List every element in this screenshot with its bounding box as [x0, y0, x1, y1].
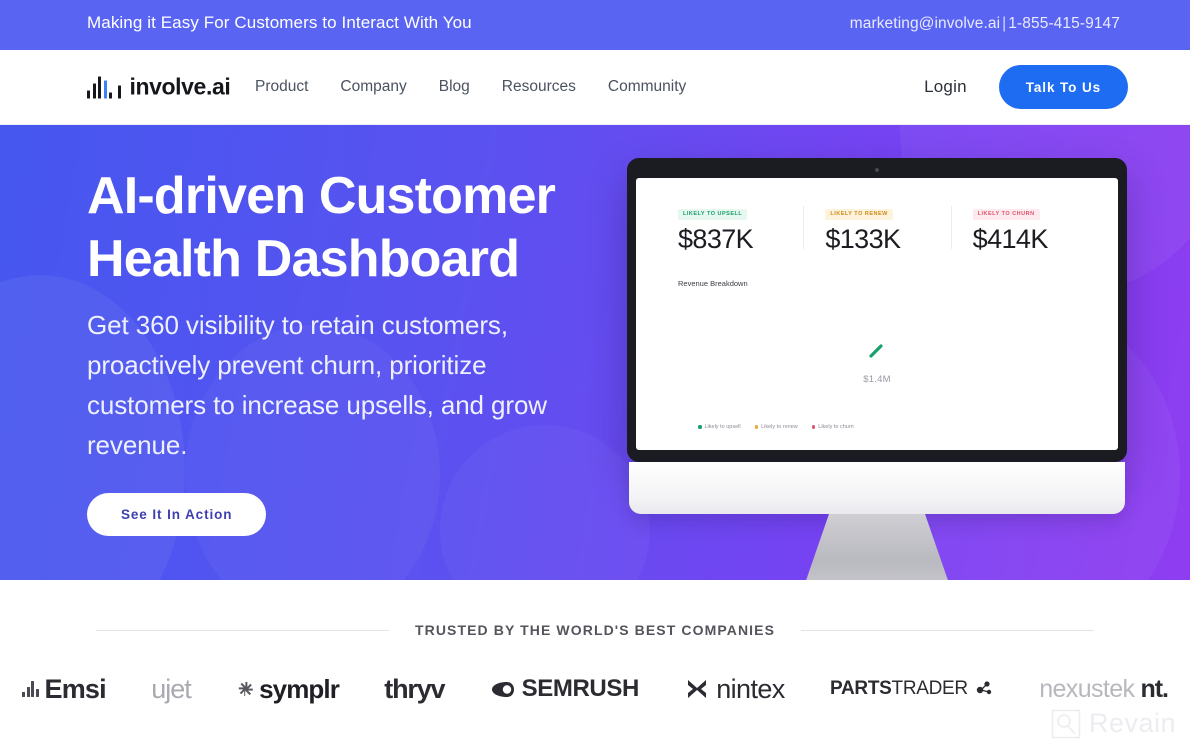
- nav-item-resources[interactable]: Resources: [502, 78, 576, 96]
- client-logo-nintex[interactable]: nintex: [684, 673, 785, 705]
- nav-actions: Login Talk To Us: [924, 65, 1128, 109]
- client-logo-label: thryv: [384, 673, 445, 704]
- legend-label: Likely to renew: [761, 424, 798, 430]
- trusted-title: TRUSTED BY THE WORLD'S BEST COMPANIES: [414, 622, 776, 638]
- legend-item-churn: Likely to churn: [811, 424, 854, 430]
- hero-copy: AI-driven Customer Health Dashboard Get …: [87, 165, 607, 536]
- kpi-tag: LIKELY TO UPSELL: [678, 208, 748, 220]
- hero-title-line-2: Health Dashboard: [87, 230, 520, 288]
- chart-title: Revenue Breakdown: [678, 279, 748, 288]
- client-logo-label: SEMRUSH: [521, 675, 640, 702]
- client-logo-ujet[interactable]: ujet: [151, 673, 192, 705]
- client-logo-partstrader[interactable]: PARTSTRADER: [830, 678, 994, 700]
- brand-name: involve.ai: [129, 73, 231, 100]
- nav-item-company[interactable]: Company: [340, 78, 406, 96]
- client-logo-carousel[interactable]: Emsi ujet symplr thryv SEMRUSH nintex PA…: [0, 658, 1190, 720]
- client-logo-label: nintex: [716, 673, 785, 704]
- legend-label: Likely to churn: [818, 424, 854, 430]
- client-logo-label: ujet: [151, 673, 192, 704]
- kpi-card-renew: LIKELY TO RENEW $133K: [803, 202, 950, 255]
- kpi-value: $133K: [825, 224, 901, 254]
- see-it-in-action-button[interactable]: See It In Action: [87, 493, 267, 536]
- partstrader-bold: PARTS: [830, 678, 892, 699]
- client-logo-nexustek[interactable]: nexustek nt.: [1039, 674, 1169, 704]
- webcam-icon: [875, 168, 879, 172]
- kpi-tag: LIKELY TO RENEW: [825, 208, 893, 220]
- login-link[interactable]: Login: [924, 77, 967, 97]
- talk-to-us-button[interactable]: Talk To Us: [998, 65, 1128, 109]
- hero-title-line-1: AI-driven Customer: [87, 167, 556, 225]
- sunburst-icon: [236, 681, 253, 698]
- kpi-row: LIKELY TO UPSELL $837K LIKELY TO RENEW $…: [636, 178, 1118, 255]
- monitor-frame: LIKELY TO UPSELL $837K LIKELY TO RENEW $…: [627, 158, 1127, 462]
- nav-item-product[interactable]: Product: [255, 78, 308, 96]
- contact-email-link[interactable]: marketing@involve.ai: [850, 15, 1000, 32]
- legend-item-renew: Likely to renew: [754, 424, 798, 430]
- client-logo-semrush[interactable]: SEMRUSH: [490, 675, 639, 703]
- partstrader-dots-icon: [976, 681, 992, 695]
- legend-label: Likely to upsell: [704, 424, 741, 430]
- monitor-stand: [802, 514, 952, 580]
- client-logo-label: nexustek: [1039, 674, 1135, 703]
- kpi-card-churn: LIKELY TO CHURN $414K: [950, 202, 1098, 255]
- hero-title: AI-driven Customer Health Dashboard: [87, 165, 607, 291]
- legend-dot-icon: [698, 425, 702, 429]
- trusted-by-section: TRUSTED BY THE WORLD'S BEST COMPANIES Em…: [0, 580, 1190, 743]
- hero-subtitle: Get 360 visibility to retain customers, …: [87, 310, 547, 460]
- contact-phone-link[interactable]: 1-855-415-9147: [1008, 15, 1120, 32]
- dashboard-screen: LIKELY TO UPSELL $837K LIKELY TO RENEW $…: [636, 178, 1118, 450]
- trusted-heading-row: TRUSTED BY THE WORLD'S BEST COMPANIES: [0, 622, 1190, 638]
- client-logo-thryv[interactable]: thryv: [384, 673, 445, 705]
- divider-right: [801, 629, 1095, 631]
- legend-item-upsell: Likely to upsell: [698, 424, 741, 430]
- partstrader-light: TRADER: [891, 678, 969, 699]
- nav-item-community[interactable]: Community: [608, 78, 686, 96]
- client-logo-emsi[interactable]: Emsi: [22, 673, 107, 705]
- involve-waveform-icon: [87, 76, 121, 98]
- donut-center-label: $1.4M: [863, 374, 891, 385]
- kpi-card-upsell: LIKELY TO UPSELL $837K: [656, 202, 803, 255]
- emsi-bars-icon: [22, 681, 39, 697]
- divider-left: [95, 629, 389, 631]
- primary-nav: Product Company Blog Resources Community: [255, 78, 686, 96]
- hero-section: AI-driven Customer Health Dashboard Get …: [0, 125, 1190, 580]
- brand-logo-link[interactable]: involve.ai: [87, 73, 231, 101]
- kpi-value: $837K: [678, 224, 754, 254]
- landing-page: Making it Easy For Customers to Interact…: [0, 0, 1190, 743]
- nav-item-blog[interactable]: Blog: [439, 78, 470, 96]
- kpi-tag: LIKELY TO CHURN: [972, 208, 1040, 220]
- legend-dot-icon: [754, 425, 759, 429]
- revenue-donut-chart: $1.4M Likely to upsell Likely to renew L…: [636, 288, 1118, 438]
- main-navbar: involve.ai Product Company Blog Resource…: [0, 50, 1190, 125]
- announcement-bar: Making it Easy For Customers to Interact…: [0, 0, 1190, 50]
- monitor-chin: [629, 462, 1125, 514]
- client-logo-label: symplr: [259, 673, 340, 704]
- legend-dot-icon: [811, 425, 816, 429]
- chart-legend: Likely to upsell Likely to renew Likely …: [698, 424, 854, 430]
- client-logo-label: PARTSTRADER: [830, 678, 968, 700]
- client-logo-label: Emsi: [44, 673, 107, 704]
- nexustek-mark: nt.: [1140, 674, 1169, 703]
- client-logo-symplr[interactable]: symplr: [236, 673, 340, 705]
- semrush-mark-icon: [491, 681, 514, 697]
- announcement-message: Making it Easy For Customers to Interact…: [87, 13, 472, 32]
- announcement-contact: marketing@involve.ai | 1-855-415-9147: [850, 15, 1120, 33]
- dashboard-mockup: LIKELY TO UPSELL $837K LIKELY TO RENEW $…: [627, 158, 1127, 580]
- kpi-value: $414K: [972, 224, 1049, 254]
- nintex-x-icon: [688, 680, 707, 698]
- donut-arc-icon: [869, 344, 883, 358]
